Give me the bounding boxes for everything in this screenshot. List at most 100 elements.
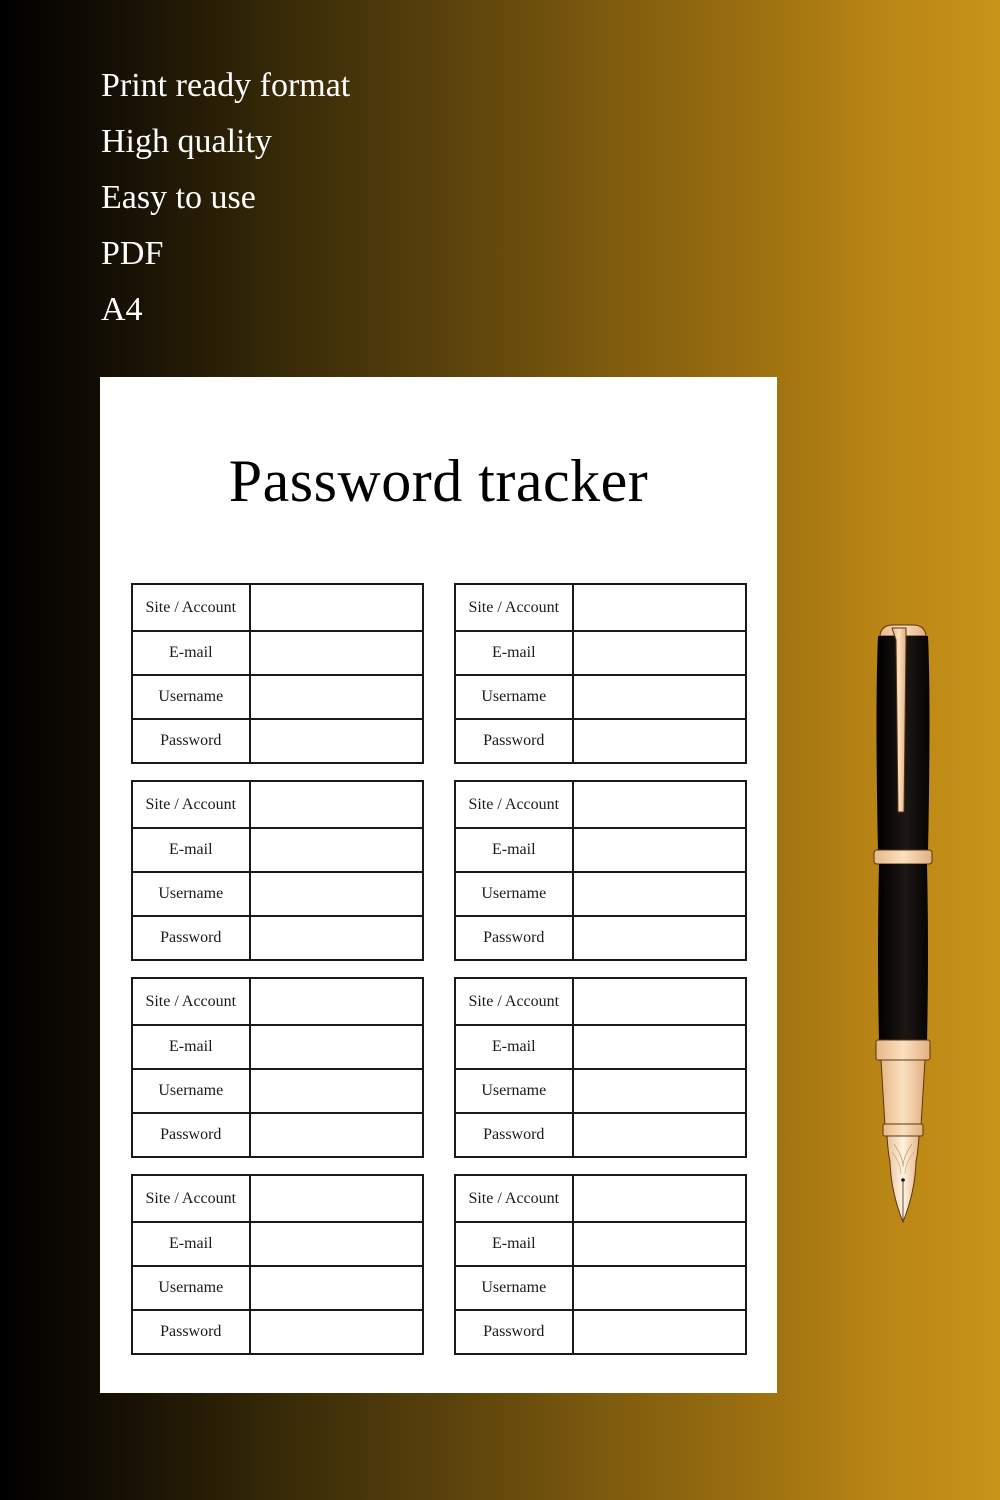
entry-row-email: E-mail <box>131 1221 425 1267</box>
entry-row-password: Password <box>131 1309 425 1355</box>
field-label: Password <box>131 1309 251 1355</box>
pen-cap-ring <box>873 849 933 865</box>
entry-row-username: Username <box>131 674 425 720</box>
password-field[interactable] <box>571 718 748 764</box>
entry-row-username: Username <box>454 1265 748 1311</box>
email-field[interactable] <box>571 1221 748 1267</box>
entry-row-email: E-mail <box>454 1024 748 1070</box>
site-field[interactable] <box>248 583 425 632</box>
entry-row-password: Password <box>454 915 748 961</box>
password-field[interactable] <box>571 1112 748 1158</box>
password-field[interactable] <box>248 915 425 961</box>
email-field[interactable] <box>248 827 425 873</box>
username-field[interactable] <box>571 1068 748 1114</box>
username-field[interactable] <box>571 871 748 917</box>
pen-nib-hole <box>901 1178 905 1182</box>
field-label: Site / Account <box>454 583 574 632</box>
username-field[interactable] <box>248 871 425 917</box>
feature-item: High quality <box>101 123 272 160</box>
entry-row-site: Site / Account <box>131 583 425 632</box>
pen-grip-ring <box>875 1039 931 1061</box>
entry-row-email: E-mail <box>131 827 425 873</box>
password-field[interactable] <box>248 1112 425 1158</box>
site-field[interactable] <box>248 1174 425 1223</box>
password-entry-table: Site / Account E-mail Username Password <box>454 780 748 961</box>
entry-row-site: Site / Account <box>131 1174 425 1223</box>
field-label: Username <box>131 1265 251 1311</box>
field-label: Password <box>131 915 251 961</box>
password-entry-table: Site / Account E-mail Username Password <box>454 977 748 1158</box>
entry-row-email: E-mail <box>454 630 748 676</box>
username-field[interactable] <box>248 1265 425 1311</box>
feature-list: Print ready format High quality Easy to … <box>101 58 350 338</box>
field-label: Site / Account <box>131 780 251 829</box>
email-field[interactable] <box>248 630 425 676</box>
entry-row-password: Password <box>454 1112 748 1158</box>
entry-row-username: Username <box>131 1068 425 1114</box>
field-label: E-mail <box>131 827 251 873</box>
entry-row-email: E-mail <box>454 1221 748 1267</box>
field-label: Password <box>454 1112 574 1158</box>
field-label: Password <box>131 1112 251 1158</box>
field-label: Password <box>454 915 574 961</box>
field-label: Site / Account <box>454 1174 574 1223</box>
site-field[interactable] <box>571 780 748 829</box>
entry-row-username: Username <box>454 674 748 720</box>
email-field[interactable] <box>571 827 748 873</box>
field-label: E-mail <box>454 1024 574 1070</box>
field-label: Site / Account <box>131 1174 251 1223</box>
entry-row-password: Password <box>131 1112 425 1158</box>
password-field[interactable] <box>571 1309 748 1355</box>
field-label: Username <box>131 1068 251 1114</box>
field-label: E-mail <box>454 630 574 676</box>
feature-item: Easy to use <box>101 179 256 216</box>
feature-item: A4 <box>101 291 143 328</box>
entry-row-username: Username <box>454 871 748 917</box>
pen-section-ring <box>882 1123 924 1137</box>
field-label: Username <box>131 871 251 917</box>
entry-row-email: E-mail <box>131 630 425 676</box>
entry-row-email: E-mail <box>131 1024 425 1070</box>
feature-item: Print ready format <box>101 67 351 104</box>
email-field[interactable] <box>248 1221 425 1267</box>
entry-row-site: Site / Account <box>454 583 748 632</box>
site-field[interactable] <box>571 1174 748 1223</box>
entry-row-email: E-mail <box>454 827 748 873</box>
site-field[interactable] <box>248 977 425 1026</box>
field-label: E-mail <box>131 1024 251 1070</box>
field-label: E-mail <box>131 1221 251 1267</box>
password-field[interactable] <box>248 718 425 764</box>
password-field[interactable] <box>571 915 748 961</box>
email-field[interactable] <box>571 1024 748 1070</box>
entry-row-username: Username <box>131 871 425 917</box>
pen-section <box>880 1059 926 1127</box>
entry-row-site: Site / Account <box>454 780 748 829</box>
site-field[interactable] <box>571 583 748 632</box>
email-field[interactable] <box>248 1024 425 1070</box>
field-label: Site / Account <box>131 977 251 1026</box>
password-entry-table: Site / Account E-mail Username Password <box>131 780 425 961</box>
entry-row-password: Password <box>454 1309 748 1355</box>
pen-barrel <box>878 864 928 1042</box>
username-field[interactable] <box>248 1068 425 1114</box>
username-field[interactable] <box>571 1265 748 1311</box>
entry-row-site: Site / Account <box>131 977 425 1026</box>
entry-row-password: Password <box>131 915 425 961</box>
password-field[interactable] <box>248 1309 425 1355</box>
username-field[interactable] <box>571 674 748 720</box>
feature-item: PDF <box>101 235 164 272</box>
field-label: Site / Account <box>454 977 574 1026</box>
password-entry-table: Site / Account E-mail Username Password <box>131 583 425 764</box>
entry-row-site: Site / Account <box>454 977 748 1026</box>
site-field[interactable] <box>248 780 425 829</box>
email-field[interactable] <box>571 630 748 676</box>
field-label: Site / Account <box>454 780 574 829</box>
field-label: Password <box>454 1309 574 1355</box>
site-field[interactable] <box>571 977 748 1026</box>
field-label: Username <box>454 1265 574 1311</box>
username-field[interactable] <box>248 674 425 720</box>
field-label: Password <box>131 718 251 764</box>
password-entry-table: Site / Account E-mail Username Password <box>131 977 425 1158</box>
entry-row-password: Password <box>131 718 425 764</box>
fountain-pen-icon <box>873 624 933 1224</box>
